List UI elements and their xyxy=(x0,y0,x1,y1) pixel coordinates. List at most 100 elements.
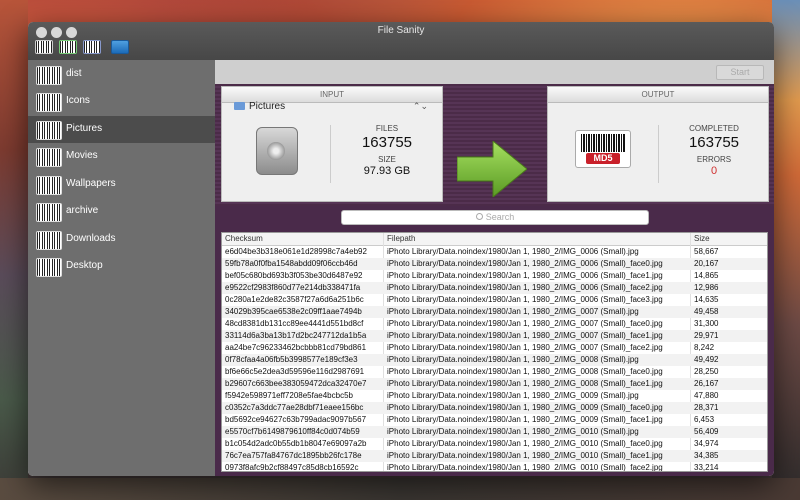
cell-checksum: 59fb78a0f0fba1548abdd09f06ccb46d xyxy=(225,259,358,268)
completed-label: COMPLETED xyxy=(689,124,739,133)
table-row[interactable]: f5942e598971eff7208e5fae4bcbc5b iPhoto Li… xyxy=(222,390,767,402)
output-panel: OUTPUT MD5 COMPLETED 163755 ERRORS 0 xyxy=(547,86,769,202)
table-row[interactable]: b29607c663bee383059472dca32470e7 iPhoto L… xyxy=(222,378,767,390)
cell-checksum: c0352c7a3ddc77ae28dbf71eaee156bc xyxy=(225,403,364,412)
files-value: 163755 xyxy=(361,134,413,151)
barcode-icon xyxy=(36,93,62,112)
cell-size: 14,865 xyxy=(694,271,719,280)
cell-size: 49,492 xyxy=(694,355,719,364)
sidebar-item-label: Desktop xyxy=(66,260,103,271)
cell-size: 34,974 xyxy=(694,439,719,448)
table-row[interactable]: 33114d6a3ba13b17d2bc247712da1b5a iPhoto L… xyxy=(222,330,767,342)
cell-checksum: aa24be7c96233462bcbbb81cd79bd861 xyxy=(225,343,367,352)
cell-filepath: iPhoto Library/Data.noindex/1980/Jan 1, … xyxy=(387,343,663,352)
sidebar-item-label: dist xyxy=(66,68,82,79)
sidebar-item-label: Movies xyxy=(66,150,98,161)
barcode-md5-icon[interactable] xyxy=(35,40,53,54)
cell-filepath: iPhoto Library/Data.noindex/1980/Jan 1, … xyxy=(387,463,663,472)
cell-size: 31,300 xyxy=(694,319,719,328)
cell-filepath: iPhoto Library/Data.noindex/1980/Jan 1, … xyxy=(387,415,663,424)
search-zone: Search xyxy=(215,206,774,230)
arrow-right-icon xyxy=(457,141,527,197)
cell-filepath: iPhoto Library/Data.noindex/1980/Jan 1, … xyxy=(387,355,639,364)
cell-size: 26,167 xyxy=(694,379,719,388)
barcode-icon xyxy=(36,258,62,277)
desktop-wallpaper-left xyxy=(0,0,28,500)
table-row[interactable]: c0352c7a3ddc77ae28dbf71eaee156bc iPhoto L… xyxy=(222,402,767,414)
cell-size: 12,986 xyxy=(694,283,719,292)
barcode-sha1-icon[interactable] xyxy=(59,40,77,54)
folder-select-value: Pictures xyxy=(249,101,286,112)
sidebar-item-movies[interactable]: Movies xyxy=(28,143,215,170)
checksum-table[interactable]: Checksum Filepath Size e6d04be3b318e061e… xyxy=(221,232,768,472)
table-header: Checksum Filepath Size xyxy=(222,233,767,246)
cell-checksum: e6d04be3b318e061e1d28998c7a4eb92 xyxy=(225,247,367,256)
table-row[interactable]: e5570cf7b6149879610ff84c0d074b59 iPhoto L… xyxy=(222,426,767,438)
table-row[interactable]: 48cd8381db131cc89ee4441d551bd8cf iPhoto L… xyxy=(222,318,767,330)
divider xyxy=(658,125,659,183)
cell-filepath: iPhoto Library/Data.noindex/1980/Jan 1, … xyxy=(387,319,663,328)
table-row[interactable]: b1c054d2adc0b55db1b8047e69097a2b iPhoto L… xyxy=(222,438,767,450)
cell-checksum: bd5692ce94627c63b799adac9097b567 xyxy=(225,415,367,424)
output-panel-header: OUTPUT xyxy=(548,87,768,103)
cell-filepath: iPhoto Library/Data.noindex/1980/Jan 1, … xyxy=(387,259,663,268)
search-placeholder: Search xyxy=(485,212,515,222)
cell-size: 6,453 xyxy=(694,415,715,424)
cell-checksum: 76c7ea757fa84767dc1895bb26fc178e xyxy=(225,451,362,460)
folder-blue-icon[interactable] xyxy=(111,40,129,54)
sidebar-item-downloads[interactable]: Downloads xyxy=(28,226,215,253)
table-row[interactable]: 59fb78a0f0fba1548abdd09f06ccb46d iPhoto L… xyxy=(222,258,767,270)
column-header-checksum[interactable]: Checksum xyxy=(225,233,263,245)
sidebar-item-label: Downloads xyxy=(66,233,116,244)
chevron-updown-icon: ⌃⌄ xyxy=(412,101,428,111)
cell-checksum: 48cd8381db131cc89ee4441d551bd8cf xyxy=(225,319,364,328)
sidebar-item-archive[interactable]: archive xyxy=(28,198,215,225)
md5-barcode-icon: MD5 xyxy=(575,130,631,168)
desktop-wallpaper-right xyxy=(772,0,800,500)
cell-filepath: iPhoto Library/Data.noindex/1980/Jan 1, … xyxy=(387,283,663,292)
sidebar-item-pictures[interactable]: Pictures xyxy=(28,116,215,143)
table-row[interactable]: aa24be7c96233462bcbbb81cd79bd861 iPhoto L… xyxy=(222,342,767,354)
start-button[interactable]: Start xyxy=(716,65,764,80)
cell-size: 8,242 xyxy=(694,343,715,352)
table-row[interactable]: e6d04be3b318e061e1d28998c7a4eb92 iPhoto L… xyxy=(222,246,767,258)
cell-filepath: iPhoto Library/Data.noindex/1980/Jan 1, … xyxy=(387,391,639,400)
table-row[interactable]: bd5692ce94627c63b799adac9097b567 iPhoto L… xyxy=(222,414,767,426)
table-row[interactable]: bf6e66c5e2dea3d59596e116d2987691 iPhoto L… xyxy=(222,366,767,378)
hard-drive-icon xyxy=(256,127,298,175)
table-row[interactable]: e9522cf2983f860d77e214db338471fa iPhoto L… xyxy=(222,282,767,294)
barcode-icon xyxy=(36,176,62,195)
cell-filepath: iPhoto Library/Data.noindex/1980/Jan 1, … xyxy=(387,307,639,316)
window-title: File Sanity xyxy=(377,25,425,36)
table-row[interactable]: 0c280a1e2de82c3587f27a6d6a251b6c iPhoto L… xyxy=(222,294,767,306)
table-row[interactable]: 76c7ea757fa84767dc1895bb26fc178e iPhoto L… xyxy=(222,450,767,462)
cell-filepath: iPhoto Library/Data.noindex/1980/Jan 1, … xyxy=(387,451,663,460)
sidebar-item-wallpapers[interactable]: Wallpapers xyxy=(28,171,215,198)
sidebar-item-label: Pictures xyxy=(66,123,103,134)
sidebar: dist Icons Pictures Movies Wallpapers ar… xyxy=(28,60,215,476)
cell-size: 34,385 xyxy=(694,451,719,460)
cell-filepath: iPhoto Library/Data.noindex/1980/Jan 1, … xyxy=(387,403,663,412)
sidebar-item-dist[interactable]: dist xyxy=(28,61,215,88)
table-row[interactable]: 0973f8afc9b2cf88497c85d8cb16592c iPhoto L… xyxy=(222,462,767,472)
sidebar-item-desktop[interactable]: Desktop xyxy=(28,253,215,280)
barcode-sha256-icon[interactable] xyxy=(83,40,101,54)
cell-checksum: bf6e66c5e2dea3d59596e116d2987691 xyxy=(225,367,365,376)
search-input[interactable]: Search xyxy=(341,210,649,225)
barcode-icon xyxy=(36,203,62,222)
folder-select[interactable]: Pictures ⌃⌄ xyxy=(234,101,434,115)
column-header-size[interactable]: Size xyxy=(694,233,710,245)
input-panel: INPUT Pictures ⌃⌄ FILES 163755 SIZE 97.9… xyxy=(221,86,443,202)
cell-size: 49,458 xyxy=(694,307,719,316)
barcode-icon xyxy=(36,148,62,167)
table-row[interactable]: 0f78cfaa4a06fb5b3998577e189cf3e3 iPhoto L… xyxy=(222,354,767,366)
app-window: File Sanity dist Icons Pictures Movies W… xyxy=(28,22,774,476)
table-row[interactable]: bef05c680bd693b3f053be30d6487e92 iPhoto L… xyxy=(222,270,767,282)
cell-size: 47,880 xyxy=(694,391,719,400)
table-row[interactable]: 34029b395cae6538e2c09ff1aae7494b iPhoto L… xyxy=(222,306,767,318)
sidebar-item-icons[interactable]: Icons xyxy=(28,88,215,115)
files-label: FILES xyxy=(375,124,399,133)
cell-checksum: 0973f8afc9b2cf88497c85d8cb16592c xyxy=(225,463,359,472)
column-header-filepath[interactable]: Filepath xyxy=(387,233,415,245)
sidebar-item-label: archive xyxy=(66,205,99,216)
